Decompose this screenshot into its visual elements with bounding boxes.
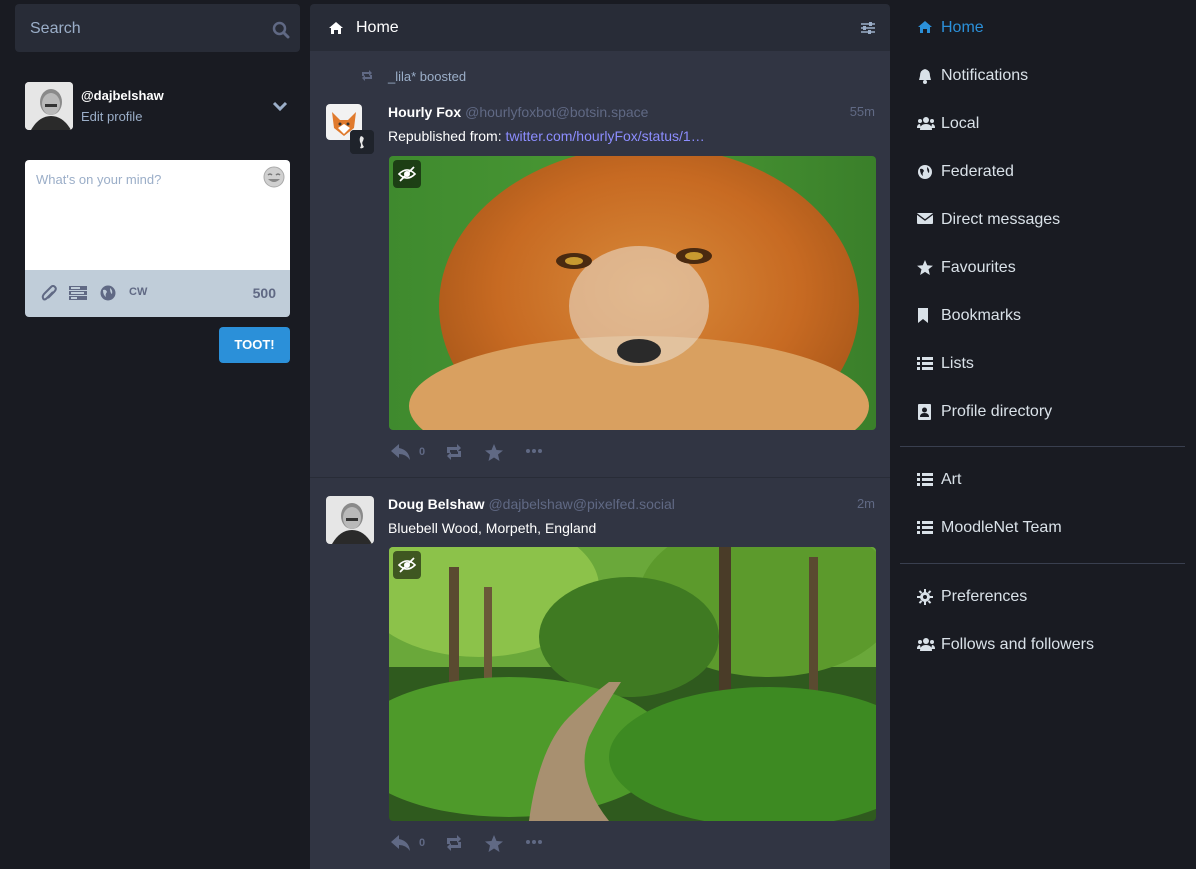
users-icon <box>917 117 935 130</box>
nav-item-profile-directory[interactable]: Profile directory <box>900 388 1185 436</box>
search-icon <box>272 21 290 39</box>
content-warning-button[interactable]: CW <box>129 286 147 298</box>
nav-item-lists[interactable]: Lists <box>900 340 1185 388</box>
account-handle[interactable]: @dajbelshaw@pixelfed.social <box>488 496 674 512</box>
reply-icon[interactable] <box>391 444 411 460</box>
star-icon[interactable] <box>485 444 503 461</box>
nav-item-preferences[interactable]: Preferences <box>900 573 1185 621</box>
compose-toolbar: CW 500 <box>25 270 290 317</box>
list-icon <box>917 473 933 486</box>
address-book-icon <box>918 404 931 420</box>
star-icon[interactable] <box>485 835 503 852</box>
home-icon <box>918 21 932 33</box>
nav-item-direct-messages[interactable]: Direct messages <box>900 196 1185 244</box>
edit-profile-link[interactable]: Edit profile <box>81 109 142 124</box>
nav-item-list-moodlenet[interactable]: MoodleNet Team <box>900 504 1185 552</box>
boosted-by[interactable]: _lila* boosted <box>388 69 466 84</box>
navigation-bar-profile: @dajbelshaw Edit profile <box>25 82 290 130</box>
paperclip-icon[interactable] <box>41 285 57 303</box>
status-content: Republished from: twitter.com/hourlyFox/… <box>388 128 705 144</box>
column-title[interactable]: Home <box>356 19 399 37</box>
search-input[interactable]: Search <box>30 20 81 38</box>
nav-divider <box>900 563 1185 564</box>
media-image-fox[interactable] <box>389 156 876 430</box>
account-handle[interactable]: @hourlyfoxbot@botsin.space <box>465 104 648 120</box>
list-icon <box>917 357 933 370</box>
list-icon <box>917 521 933 534</box>
nav-item-list-art[interactable]: Art <box>900 456 1185 504</box>
status-action-bar: 0 <box>389 441 569 465</box>
profile-acct[interactable]: @dajbelshaw <box>81 88 164 103</box>
eye-slash-icon <box>397 166 417 182</box>
boost-icon[interactable] <box>444 444 464 460</box>
poll-icon[interactable] <box>69 285 87 301</box>
media-image-woodland[interactable] <box>389 547 876 821</box>
hide-media-button[interactable] <box>393 160 421 188</box>
emoji-picker-icon[interactable] <box>263 166 285 188</box>
more-icon[interactable] <box>526 449 542 453</box>
gear-icon <box>917 589 933 605</box>
status-content: Bluebell Wood, Morpeth, England <box>388 520 597 536</box>
display-name[interactable]: Hourly Fox @hourlyfoxbot@botsin.space <box>388 104 648 120</box>
retweet-icon <box>360 70 374 81</box>
nav-divider <box>900 446 1185 447</box>
compose-textarea[interactable]: What's on your mind? <box>25 160 290 270</box>
boost-icon[interactable] <box>444 835 464 851</box>
eye-slash-icon <box>397 557 417 573</box>
character-counter: 500 <box>252 285 276 301</box>
bell-icon <box>919 69 931 84</box>
bookmark-icon <box>918 308 928 323</box>
more-icon[interactable] <box>526 840 542 844</box>
nav-item-follows-and-followers[interactable]: Follows and followers <box>900 621 1185 669</box>
nav-item-home[interactable]: Home <box>900 4 1185 52</box>
home-icon <box>328 21 344 35</box>
nav-item-favourites[interactable]: Favourites <box>900 244 1185 292</box>
status-time[interactable]: 55m <box>850 104 875 119</box>
search-box[interactable]: Search <box>15 4 300 52</box>
status-link[interactable]: twitter.com/hourlyFox/status/1… <box>506 128 705 144</box>
nav-item-bookmarks[interactable]: Bookmarks <box>900 292 1185 340</box>
hide-media-button[interactable] <box>393 551 421 579</box>
status-action-bar: 0 <box>389 832 569 856</box>
chevron-down-icon[interactable] <box>272 100 288 112</box>
globe-icon[interactable] <box>100 285 116 301</box>
display-name[interactable]: Doug Belshaw @dajbelshaw@pixelfed.social <box>388 496 675 512</box>
avatar[interactable] <box>25 82 73 130</box>
home-timeline[interactable]: _lila* boosted Hourly Fox @hourlyfoxbot@b… <box>310 51 890 869</box>
reply-count: 0 <box>419 837 426 849</box>
booster-avatar[interactable] <box>350 130 374 154</box>
status-item[interactable]: Doug Belshaw @dajbelshaw@pixelfed.social … <box>310 479 890 869</box>
compose-placeholder: What's on your mind? <box>36 172 162 187</box>
users-icon <box>917 638 935 651</box>
star-icon <box>917 260 933 275</box>
envelope-icon <box>917 213 933 224</box>
reply-icon[interactable] <box>391 835 411 851</box>
globe-icon <box>918 165 932 179</box>
status-item[interactable]: _lila* boosted Hourly Fox @hourlyfoxbot@b… <box>310 51 890 478</box>
sliders-icon[interactable] <box>860 21 876 35</box>
nav-item-local[interactable]: Local <box>900 100 1185 148</box>
column-header: Home <box>310 4 890 51</box>
nav-item-notifications[interactable]: Notifications <box>900 52 1185 100</box>
nav-item-federated[interactable]: Federated <box>900 148 1185 196</box>
compose-form: What's on your mind? CW 500 <box>25 160 290 317</box>
reply-count: 0 <box>419 446 426 458</box>
avatar[interactable] <box>326 496 374 544</box>
status-time[interactable]: 2m <box>857 496 875 511</box>
toot-button[interactable]: TOOT! <box>219 327 290 363</box>
